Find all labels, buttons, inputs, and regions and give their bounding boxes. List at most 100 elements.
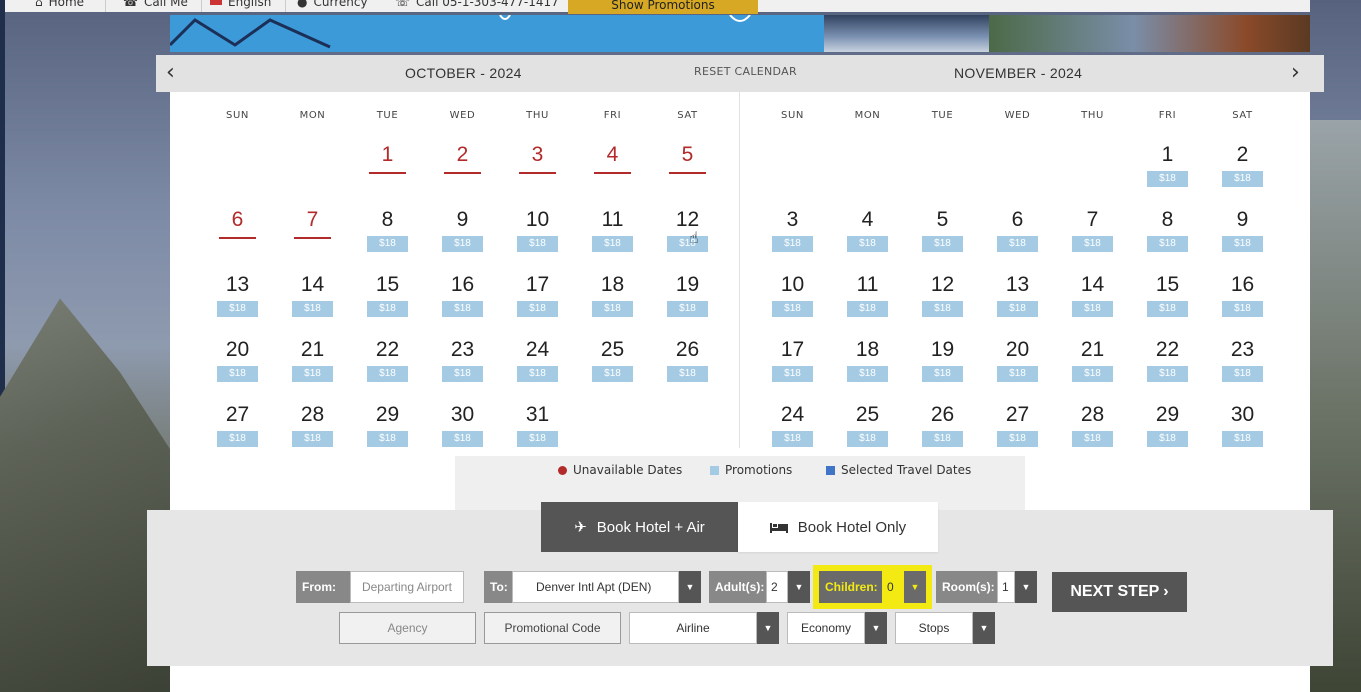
calendar-day[interactable]: 13 $18 <box>980 272 1055 332</box>
day-price-badge: $18 <box>217 301 258 317</box>
calendar-day[interactable]: 10 $18 <box>500 207 575 267</box>
calendar-day[interactable]: 13 $18 <box>200 272 275 332</box>
rooms-select[interactable]: 1 <box>997 571 1015 603</box>
calendar-day[interactable]: 20 $18 <box>200 337 275 397</box>
calendar-day[interactable]: 6 $18 <box>980 207 1055 267</box>
calendar-day[interactable]: 31 $18 <box>500 402 575 462</box>
day-number: 19 <box>930 338 955 361</box>
rooms-label: Room(s): <box>936 571 997 603</box>
calendar-day[interactable]: 16 $18 <box>1205 272 1280 332</box>
day-number: 10 <box>780 273 805 296</box>
calendar-day[interactable]: 14 $18 <box>275 272 350 332</box>
calendar-day[interactable]: 18 $18 <box>830 337 905 397</box>
day-number: 16 <box>1230 273 1255 296</box>
calendar-day[interactable]: 30 $18 <box>425 402 500 462</box>
calendar-day[interactable]: 15 $18 <box>350 272 425 332</box>
tab-book-hotel-only-label: Book Hotel Only <box>797 518 907 536</box>
adults-select[interactable]: 2 <box>766 571 788 603</box>
calendar-day[interactable]: 11 $18 <box>830 272 905 332</box>
calendar-day[interactable]: 5 $18 <box>905 207 980 267</box>
calendar-day[interactable]: 12 $18 <box>650 207 725 267</box>
calendar-day[interactable]: 29 $18 <box>350 402 425 462</box>
calendar-day[interactable]: 16 $18 <box>425 272 500 332</box>
calendar-day[interactable]: 20 $18 <box>980 337 1055 397</box>
calendar-day[interactable]: 7 $18 <box>1055 207 1130 267</box>
calendar-day[interactable]: 2 $18 <box>1205 142 1280 202</box>
chevron-down-icon[interactable]: ▼ <box>904 571 926 603</box>
nav-call-me[interactable]: ☎ Call Me <box>123 0 188 12</box>
calendar-day[interactable]: 4 $18 <box>830 207 905 267</box>
chevron-down-icon[interactable]: ▼ <box>679 571 701 603</box>
calendar-day[interactable]: 9 $18 <box>425 207 500 267</box>
calendar-day[interactable]: 17 $18 <box>755 337 830 397</box>
calendar-day[interactable]: 30 $18 <box>1205 402 1280 462</box>
nav-language[interactable]: English <box>210 0 271 12</box>
day-price-badge: $18 <box>592 301 633 317</box>
calendar-day[interactable]: 26 $18 <box>905 402 980 462</box>
calendar-day[interactable]: 24 $18 <box>755 402 830 462</box>
promotional-code-button[interactable]: Promotional Code <box>484 612 621 644</box>
nav-call-me-label: Call Me <box>143 0 188 9</box>
calendar-day[interactable]: 22 $18 <box>350 337 425 397</box>
tab-book-hotel-only[interactable]: Book Hotel Only <box>738 502 938 552</box>
chevron-down-icon[interactable]: ▼ <box>865 612 887 644</box>
calendar-day[interactable]: 8 $18 <box>1130 207 1205 267</box>
calendar-day[interactable]: 27 $18 <box>980 402 1055 462</box>
calendar-day[interactable]: 23 $18 <box>1205 337 1280 397</box>
calendar-day[interactable]: 24 $18 <box>500 337 575 397</box>
day-number: 11 <box>856 273 879 296</box>
calendar-day[interactable]: 19 $18 <box>650 272 725 332</box>
departing-airport-input[interactable]: Departing Airport <box>350 571 464 603</box>
calendar-day[interactable]: 21 $18 <box>275 337 350 397</box>
calendar-day[interactable]: 28 $18 <box>275 402 350 462</box>
day-number: 11 <box>601 208 624 231</box>
calendar-day[interactable]: 18 $18 <box>575 272 650 332</box>
stops-select[interactable]: Stops <box>895 612 973 644</box>
calendar-day[interactable]: 10 $18 <box>755 272 830 332</box>
day-number: 18 <box>600 273 625 296</box>
calendar-day[interactable]: 25 $18 <box>575 337 650 397</box>
calendar-day[interactable]: 25 $18 <box>830 402 905 462</box>
rooms-field: Room(s): 1 ▼ <box>936 571 1037 603</box>
show-promotions-button[interactable]: Show Promotions <box>568 0 758 14</box>
airline-select[interactable]: Airline <box>629 612 757 644</box>
calendar-divider <box>739 92 740 448</box>
calendar-day[interactable]: 15 $18 <box>1130 272 1205 332</box>
agency-button[interactable]: Agency <box>339 612 476 644</box>
nav-currency[interactable]: ● Currency <box>297 0 368 12</box>
calendar-day[interactable]: 3 $18 <box>755 207 830 267</box>
calendar-day[interactable]: 1 $18 <box>1130 142 1205 202</box>
home-icon: ⌂ <box>35 0 43 9</box>
chevron-down-icon[interactable]: ▼ <box>788 571 810 603</box>
calendar-day[interactable]: 8 $18 <box>350 207 425 267</box>
tab-book-hotel-air[interactable]: ✈ Book Hotel + Air <box>541 502 738 552</box>
calendar-day[interactable]: 23 $18 <box>425 337 500 397</box>
airplane-icon: ✈ <box>574 519 587 536</box>
calendar-day[interactable]: 12 $18 <box>905 272 980 332</box>
reset-calendar-link[interactable]: RESET CALENDAR <box>694 65 797 78</box>
next-step-button[interactable]: NEXT STEP › <box>1052 572 1187 612</box>
calendar-day[interactable]: 29 $18 <box>1130 402 1205 462</box>
cabin-class-select[interactable]: Economy <box>787 612 865 644</box>
calendar-day[interactable]: 28 $18 <box>1055 402 1130 462</box>
chevron-down-icon[interactable]: ▼ <box>1015 571 1037 603</box>
chevron-down-icon[interactable]: ▼ <box>757 612 779 644</box>
calendar-day[interactable]: 26 $18 <box>650 337 725 397</box>
calendar-day[interactable]: 14 $18 <box>1055 272 1130 332</box>
destination-select[interactable]: Denver Intl Apt (DEN) <box>512 571 679 603</box>
day-number: 9 <box>1236 208 1249 231</box>
calendar-day[interactable]: 21 $18 <box>1055 337 1130 397</box>
nav-home[interactable]: ⌂ Home <box>35 0 84 12</box>
calendar-day[interactable]: 17 $18 <box>500 272 575 332</box>
calendar-day[interactable]: 11 $18 <box>575 207 650 267</box>
prev-month-chevron-left-icon[interactable]: ‹ <box>166 61 175 85</box>
calendar-day[interactable]: 9 $18 <box>1205 207 1280 267</box>
calendar-day[interactable]: 27 $18 <box>200 402 275 462</box>
nav-phone[interactable]: ☏ Call 05-1-303-477-1417 <box>395 0 559 12</box>
day-price-badge: $18 <box>667 236 708 252</box>
calendar-day[interactable]: 19 $18 <box>905 337 980 397</box>
chevron-down-icon[interactable]: ▼ <box>973 612 995 644</box>
calendar-day[interactable]: 22 $18 <box>1130 337 1205 397</box>
children-select[interactable]: 0 <box>882 571 904 603</box>
next-month-chevron-right-icon[interactable]: › <box>1291 61 1300 85</box>
